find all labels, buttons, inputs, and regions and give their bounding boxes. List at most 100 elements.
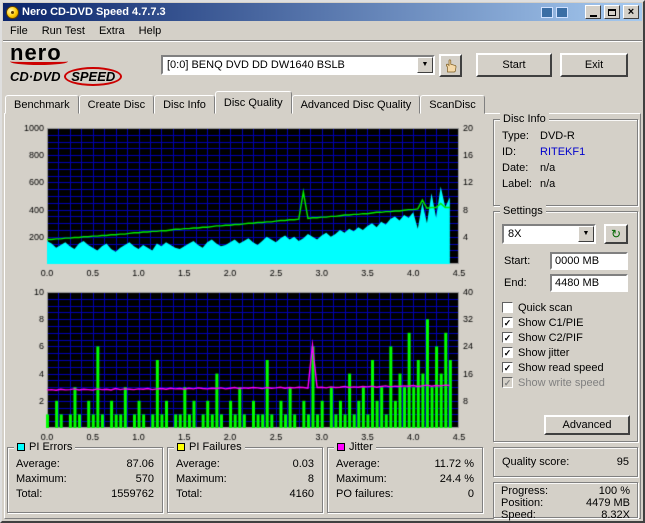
tab-scandisc[interactable]: ScanDisc (420, 95, 485, 114)
exit-button[interactable]: Exit (560, 53, 628, 77)
checkbox-label: Show C2/PIF (518, 331, 583, 344)
nero-logo-brand: nero (10, 40, 62, 65)
stat-row-maximum: Maximum: 570 (8, 472, 162, 487)
quality-score-value: 95 (616, 456, 629, 468)
disc-info-panel: Disc Info Type: DVD-R ID: RITEKF1 Date: n/a La… (493, 113, 638, 206)
statistics-row: PI Errors Average: 87.06 Maximum: 570 Total: 1… (7, 441, 483, 513)
checkbox-label: Show read speed (518, 361, 604, 374)
stats-panel-title: PI Errors (29, 441, 73, 453)
eject-hand-button[interactable] (439, 54, 462, 77)
checkbox-show-c2-pif[interactable]: ✓ Show C2/PIF (502, 330, 633, 345)
menu-item-extra[interactable]: Extra (92, 22, 132, 40)
tab-disc-info[interactable]: Disc Info (154, 95, 215, 114)
title-bar: Nero CD-DVD Speed 4.7.7.3 × (3, 3, 642, 21)
checkbox-box[interactable]: ✓ (502, 317, 513, 328)
tab-advanced-disc-quality[interactable]: Advanced Disc Quality (291, 95, 421, 114)
start-mb-input[interactable] (550, 252, 628, 270)
stat-label: Average: (336, 458, 380, 470)
menu-bar: File Run Test Extra Help (3, 22, 642, 41)
pie-speed-chart (11, 122, 485, 282)
tab-strip: Benchmark Create Disc Disc Info Disc Qualit… (5, 91, 640, 114)
stat-label: Maximum: (336, 473, 387, 485)
refresh-speed-button[interactable]: ↻ (604, 224, 628, 244)
titlebar-extra-icon-1[interactable] (541, 6, 553, 18)
nero-logo-speed: SPEED (64, 67, 123, 86)
legend-color-chip (337, 443, 345, 451)
progress-row-speed: Speed: 8.32X (494, 509, 637, 521)
checkbox-label: Show write speed (518, 376, 605, 389)
tab-benchmark[interactable]: Benchmark (5, 95, 79, 114)
stat-value: 0.03 (292, 458, 314, 470)
disc-info-row-date: Date: n/a (494, 160, 637, 176)
stat-label: Average: (16, 458, 60, 470)
menu-item-file[interactable]: File (3, 22, 35, 40)
stat-value: 570 (135, 473, 154, 485)
quality-score-label: Quality score: (502, 456, 570, 468)
disc-info-row-id: ID: RITEKF1 (494, 144, 637, 160)
stats-panel-title: PI Failures (189, 441, 242, 453)
checkbox-box[interactable]: ✓ (502, 332, 513, 343)
titlebar-extra-icon-2[interactable] (556, 6, 568, 18)
progress-label: Speed: (501, 509, 536, 521)
end-mb-input[interactable] (550, 274, 628, 292)
stat-label: Maximum: (16, 473, 67, 485)
progress-value: 4479 MB (585, 497, 630, 509)
maximize-button[interactable] (604, 5, 620, 19)
minimize-icon (589, 14, 597, 17)
info-value: n/a (540, 178, 556, 190)
checkbox-show-read-speed[interactable]: ✓ Show read speed (502, 360, 633, 375)
nero-logo-product: CD·DVD (10, 69, 61, 84)
stat-label: Total: (16, 488, 43, 500)
stat-row-maximum: Maximum: 8 (168, 472, 322, 487)
stat-value: 4160 (289, 488, 314, 500)
close-icon: × (627, 5, 635, 18)
stat-label: Average: (176, 458, 220, 470)
menu-item-run-test[interactable]: Run Test (35, 22, 92, 40)
tab-create-disc[interactable]: Create Disc (78, 95, 155, 114)
menu-item-help[interactable]: Help (132, 22, 169, 40)
stat-row-total: Total: 4160 (168, 487, 322, 502)
info-label: Label: (502, 178, 532, 190)
window-title: Nero CD-DVD Speed 4.7.7.3 (22, 6, 166, 18)
drive-select-value: [0:0] BENQ DVD DD DW1640 BSLB (167, 59, 345, 71)
stats-panel-title: Jitter (349, 441, 373, 453)
speed-select[interactable]: 8X ▼ (502, 224, 596, 244)
stat-row-po-failures: PO failures: 0 (328, 487, 482, 502)
toolbar: nero CD·DVD SPEED [0:0] BENQ DVD DD DW16… (3, 42, 642, 91)
stat-label: Total: (176, 488, 203, 500)
stat-label: Maximum: (176, 473, 227, 485)
chevron-down-icon[interactable]: ▼ (578, 226, 594, 242)
stat-value: 0 (467, 488, 474, 500)
checkbox-show-c1-pie[interactable]: ✓ Show C1/PIE (502, 315, 633, 330)
stat-value: 8 (307, 473, 314, 485)
info-value: DVD-R (540, 130, 575, 142)
quality-score-panel: Quality score: 95 (493, 447, 638, 477)
end-mb-label: End: (504, 277, 527, 289)
checkbox-box[interactable]: ✓ (502, 347, 513, 358)
info-value: RITEKF1 (540, 146, 586, 158)
start-button[interactable]: Start (476, 53, 552, 77)
stat-value: 24.4 % (439, 473, 474, 485)
checkbox-quick-scan[interactable]: Quick scan (502, 300, 633, 315)
drive-select[interactable]: [0:0] BENQ DVD DD DW1640 BSLB ▼ (161, 55, 435, 75)
hand-icon (445, 58, 456, 72)
app-icon (6, 5, 19, 19)
pif-jitter-chart (11, 286, 485, 446)
nero-logo: nero CD·DVD SPEED (10, 40, 158, 86)
disc-info-row-label: Label: n/a (494, 176, 637, 192)
refresh-icon: ↻ (610, 227, 622, 241)
legend-color-chip (177, 443, 185, 451)
checkbox-label: Show jitter (518, 346, 570, 359)
stat-row-total: Total: 1559762 (8, 487, 162, 502)
checkbox-box[interactable] (502, 302, 513, 313)
tab-disc-quality[interactable]: Disc Quality (214, 91, 292, 114)
checkbox-show-jitter[interactable]: ✓ Show jitter (502, 345, 633, 360)
stat-value: 87.06 (126, 458, 154, 470)
start-mb-label: Start: (504, 255, 531, 267)
minimize-button[interactable] (585, 5, 601, 19)
chevron-down-icon[interactable]: ▼ (417, 57, 433, 73)
legend-color-chip (17, 443, 25, 451)
close-button[interactable]: × (623, 5, 639, 19)
advanced-button[interactable]: Advanced (544, 415, 630, 435)
checkbox-box[interactable]: ✓ (502, 362, 513, 373)
